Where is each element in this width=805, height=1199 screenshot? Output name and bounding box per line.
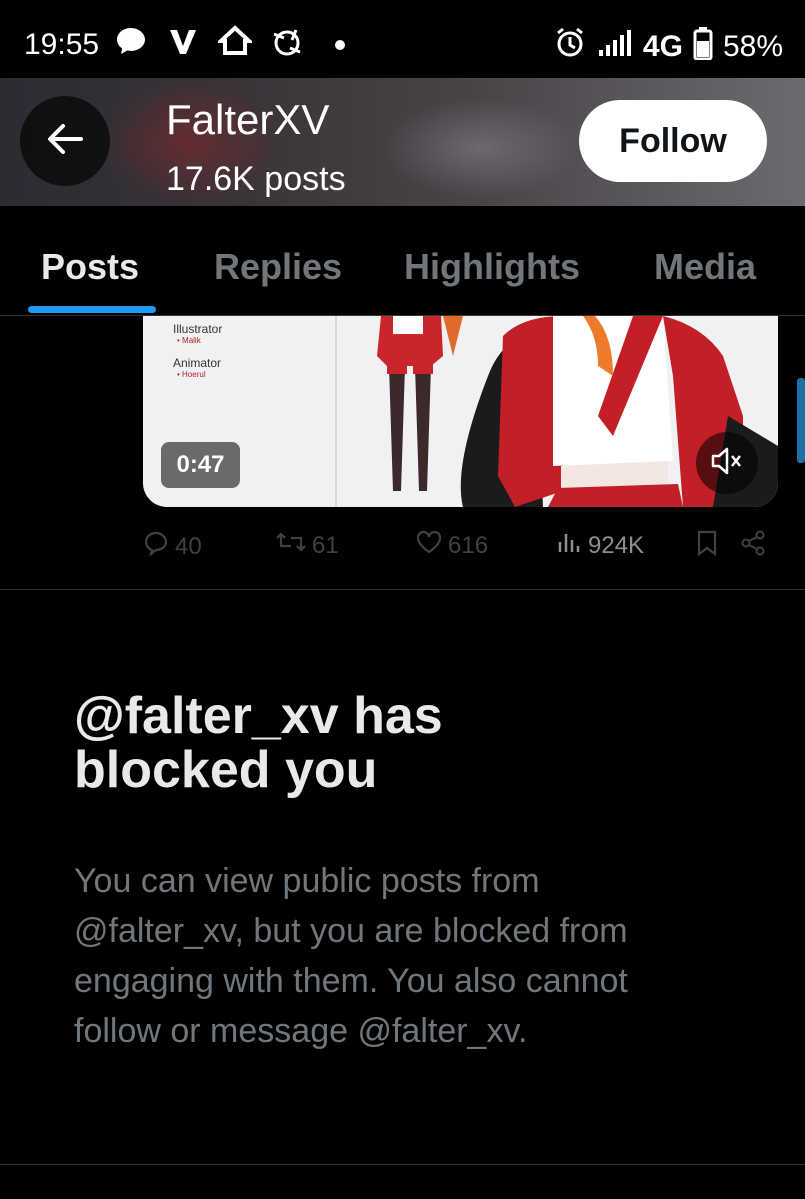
tab-replies[interactable]: Replies xyxy=(214,246,342,288)
alarm-icon xyxy=(553,26,587,68)
repost-icon xyxy=(276,530,306,561)
chat-bubble-icon xyxy=(114,24,148,63)
like-action[interactable]: 616 xyxy=(416,530,488,561)
profile-name: FalterXV xyxy=(166,96,330,143)
network-type: 4G xyxy=(642,30,683,63)
profile-tabs: Posts Replies Highlights Media xyxy=(0,206,805,316)
profile-header: FalterXV 17.6K posts Follow xyxy=(0,78,805,206)
home-icon xyxy=(215,24,255,63)
status-time: 19:55 xyxy=(24,28,100,61)
blocked-description-line: You can view public posts from xyxy=(74,862,540,900)
reply-action[interactable]: 40 xyxy=(143,530,202,563)
back-button[interactable] xyxy=(20,96,110,186)
status-bar: 19:55 4G 58% xyxy=(0,0,805,78)
speaker-muted-icon xyxy=(710,446,744,481)
divider xyxy=(0,589,805,590)
dot-icon xyxy=(334,38,346,56)
blocked-description-line: follow or message @falter_xv. xyxy=(74,1012,528,1050)
share-button[interactable] xyxy=(740,530,766,563)
reply-count: 40 xyxy=(175,532,202,560)
post-actions: 40 61 616 924K xyxy=(0,520,805,570)
blocked-description-line: @falter_xv, but you are blocked from xyxy=(74,912,628,950)
signal-icon xyxy=(597,28,633,66)
mute-button[interactable] xyxy=(696,432,758,494)
status-right: 4G 58% xyxy=(553,26,783,68)
bookmark-button[interactable] xyxy=(696,530,718,563)
view-count: 924K xyxy=(588,531,645,559)
posts-count: 17.6K posts xyxy=(166,160,346,198)
blocked-description: You can view public posts from @falter_x… xyxy=(74,856,764,1056)
arrow-left-icon xyxy=(43,117,87,166)
follow-button[interactable]: Follow xyxy=(579,100,767,182)
v-app-icon xyxy=(168,24,198,63)
tab-indicator xyxy=(28,306,156,313)
tab-highlights[interactable]: Highlights xyxy=(404,246,580,288)
repost-action[interactable]: 61 xyxy=(276,530,339,561)
blocked-description-line: engaging with them. You also cannot xyxy=(74,962,628,1000)
blocked-title-line: blocked you xyxy=(74,741,378,799)
video-duration: 0:47 xyxy=(161,442,240,488)
banner-blur xyxy=(380,98,580,198)
share-icon xyxy=(740,530,766,563)
video-thumbnail[interactable]: Illustrator • Malik Animator • Hoerul 0:… xyxy=(143,316,778,507)
like-count: 616 xyxy=(448,531,489,559)
sync-icon xyxy=(268,24,306,67)
blocked-title-line: @falter_xv has xyxy=(74,687,443,745)
bookmark-icon xyxy=(696,530,718,563)
scrollbar-thumb[interactable] xyxy=(797,378,805,463)
heart-icon xyxy=(416,530,442,561)
tab-posts[interactable]: Posts xyxy=(41,246,139,288)
repost-count: 61 xyxy=(312,531,339,559)
battery-percent: 58% xyxy=(722,30,783,63)
tab-media[interactable]: Media xyxy=(654,246,756,288)
battery-icon xyxy=(693,26,713,68)
bar-chart-icon xyxy=(556,530,582,561)
divider xyxy=(0,1164,805,1165)
blocked-title: @falter_xv has blocked you xyxy=(74,690,754,798)
views-action[interactable]: 924K xyxy=(556,530,644,561)
reply-icon xyxy=(143,530,169,563)
